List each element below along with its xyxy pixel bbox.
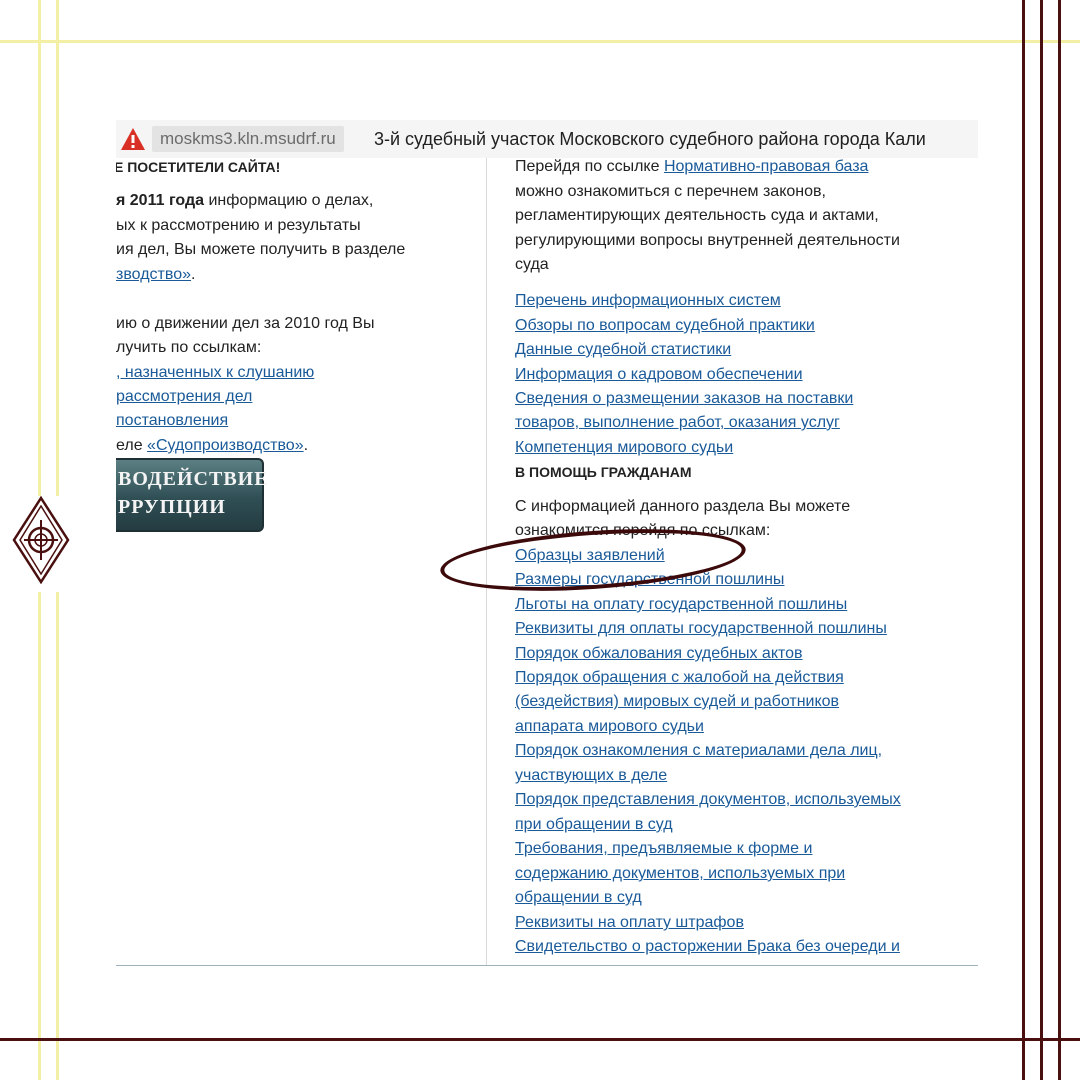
- left-para1-tail: .: [190, 266, 196, 283]
- link-practice-reviews[interactable]: Обзоры по вопросам судебной практики: [515, 315, 815, 337]
- left-para1-line4: зводство».: [116, 264, 195, 286]
- link-procurement-2[interactable]: товаров, выполнение работ, оказания услу…: [515, 412, 840, 434]
- right-intro-line3: регламентирующих деятельность суда и акт…: [515, 207, 879, 224]
- left-para1-line1: я 2011 года информацию о делах,: [116, 190, 373, 212]
- page-tab-title: 3-й судебный участок Московского судебно…: [374, 129, 926, 149]
- right-intro-line5: суда: [515, 256, 549, 273]
- link-fee-benefits[interactable]: Льготы на оплату государственной пошлины: [515, 594, 847, 616]
- anticorruption-banner[interactable]: ВОДЕЙСТВИЕ РРУПЦИИ: [116, 458, 268, 532]
- link-document-requirements-1[interactable]: Требования, предъявляемые к форме и: [515, 838, 812, 860]
- link-complaint-3[interactable]: аппарата мирового судьи: [515, 716, 704, 738]
- link-normative-base[interactable]: Нормативно-правовая база: [664, 158, 868, 175]
- frame-line-right-3: [1058, 0, 1061, 1080]
- right-intro-line2: можно ознакомиться с перечнем законов,: [515, 183, 826, 200]
- browser-address-bar[interactable]: moskms3.kln.msudrf.ru 3-й судебный участ…: [116, 120, 978, 158]
- frame-line-left-1: [38, 0, 41, 496]
- left-para2-line2: лучить по ссылкам:: [116, 339, 262, 356]
- link-document-requirements-2[interactable]: содержанию документов, используемых при: [515, 863, 845, 885]
- link-cases-scheduled[interactable]: , назначенных к слушанию: [116, 362, 314, 384]
- link-statistics[interactable]: Данные судебной статистики: [515, 339, 731, 361]
- left-heading: Е ПОСЕТИТЕЛИ САЙТА!: [116, 159, 281, 175]
- link-document-submission-2[interactable]: при обращении в суд: [515, 814, 673, 836]
- right-intro-line1: Перейдя по ссылке Нормативно-правовая ба…: [515, 156, 868, 178]
- right-intro-line4: регулирующими вопросы внутренней деятель…: [515, 232, 900, 249]
- frame-line-left-2: [56, 0, 59, 496]
- diamond-emblem-icon: [12, 496, 70, 584]
- frame-line-right-2: [1040, 0, 1043, 1080]
- link-fine-requisites[interactable]: Реквизиты на оплату штрафов: [515, 912, 744, 934]
- link-divorce-certificate[interactable]: Свидетельство о расторжении Брака без оч…: [515, 936, 900, 958]
- link-sudoproizvodstvo-1[interactable]: зводство»: [116, 266, 191, 283]
- link-case-familiarization-1[interactable]: Порядок ознакомления с материалами дела …: [515, 740, 882, 762]
- left-para2-tail: .: [303, 437, 309, 454]
- left-para2-line1: ию о движении дел за 2010 год Вы: [116, 315, 375, 332]
- left-para2-prefix: еле: [116, 437, 148, 454]
- left-para1-line3: ия дел, Вы можете получить в разделе: [116, 241, 406, 258]
- frame-line-left-4: [56, 592, 59, 1080]
- frame-line-right-1: [1022, 0, 1025, 1080]
- link-complaint-1[interactable]: Порядок обращения с жалобой на действия: [515, 667, 844, 689]
- link-case-familiarization-2[interactable]: участвующих в деле: [515, 765, 667, 787]
- url-host[interactable]: moskms3.kln.msudrf.ru: [152, 126, 344, 152]
- frame-line-left-3: [38, 592, 41, 1080]
- banner-line1: ВОДЕЙСТВИЕ: [118, 468, 269, 490]
- link-sudoproizvodstvo-2[interactable]: «Судопроизводство»: [147, 437, 304, 454]
- link-info-systems[interactable]: Перечень информационных систем: [515, 290, 781, 312]
- frame-line-bottom: [0, 1038, 1080, 1041]
- screenshot-bottom-border: [116, 965, 978, 966]
- link-competence[interactable]: Компетенция мирового судьи: [515, 437, 733, 459]
- warning-icon: [121, 128, 145, 150]
- link-document-submission-1[interactable]: Порядок представления документов, исполь…: [515, 789, 901, 811]
- link-cases-review[interactable]: рассмотрения дел: [116, 386, 252, 408]
- help-text-line1: С информацией данного раздела Вы можете: [515, 498, 851, 515]
- left-para1-rest: информацию о делах,: [204, 192, 374, 209]
- link-complaint-2[interactable]: (бездействия) мировых судей и работников: [515, 691, 839, 713]
- link-staffing[interactable]: Информация о кадровом обеспечении: [515, 364, 803, 386]
- link-resolutions[interactable]: постановления: [116, 410, 228, 432]
- left-para1-bold: я 2011 года: [116, 192, 205, 209]
- link-document-requirements-3[interactable]: обращении в суд: [515, 887, 642, 909]
- section-heading-help: В ПОМОЩЬ ГРАЖДАНАМ: [515, 464, 692, 480]
- left-para2-last: еле «Судопроизводство».: [116, 435, 308, 457]
- link-procurement-1[interactable]: Сведения о размещении заказов на поставк…: [515, 388, 853, 410]
- link-fee-requisites[interactable]: Реквизиты для оплаты государственной пош…: [515, 618, 887, 640]
- frame-line-top: [0, 40, 1080, 43]
- right-intro-prefix: Перейдя по ссылке: [515, 158, 664, 175]
- link-appeal-procedure[interactable]: Порядок обжалования судебных актов: [515, 643, 803, 665]
- banner-line2: РРУПЦИИ: [118, 496, 226, 518]
- left-para1-line2: ых к рассмотрению и результаты: [116, 217, 361, 234]
